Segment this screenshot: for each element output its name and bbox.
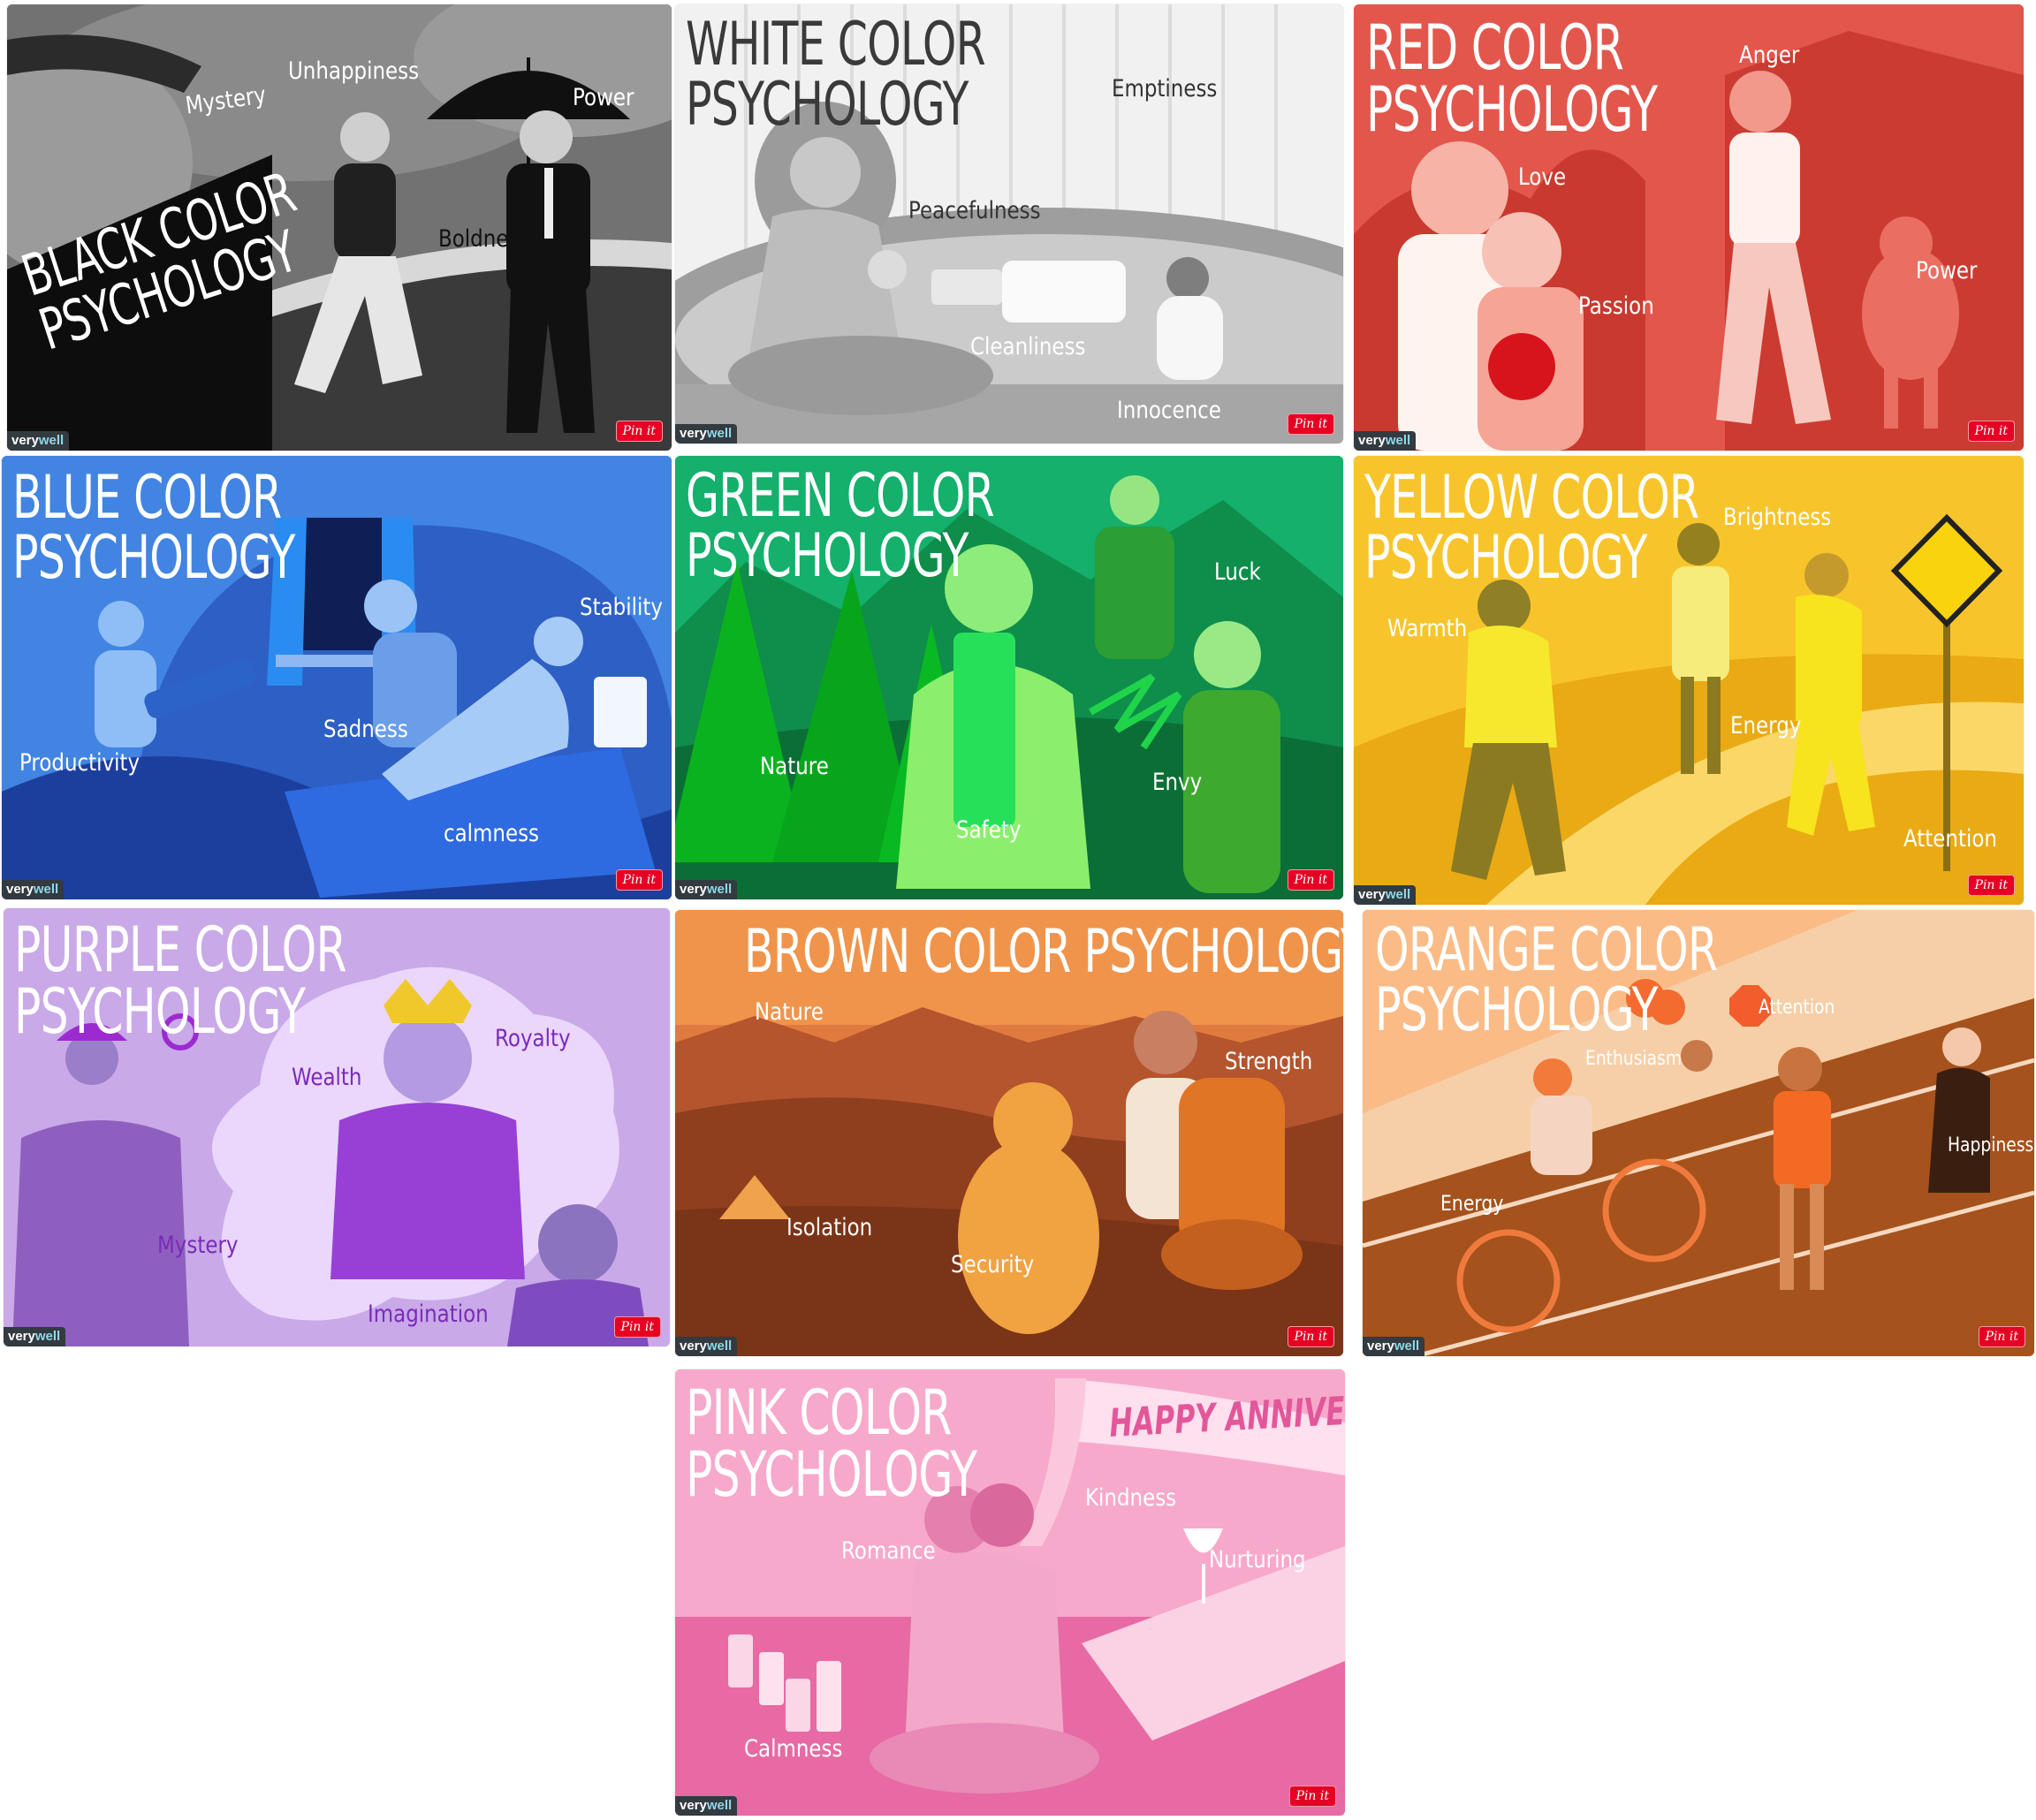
verywell-logo: verywell (675, 1337, 738, 1356)
card-title: WHITE COLOR PSYCHOLOGY (686, 10, 986, 140)
label-energy: Energy (1730, 712, 1802, 739)
label-power: Power (573, 84, 634, 111)
card-blue: BLUE COLOR PSYCHOLOGY Stability Sadness … (2, 456, 672, 899)
label-sadness: Sadness (323, 716, 408, 743)
title-line-2: PSYCHOLOGY (12, 523, 295, 593)
title-line-1: BLUE COLOR (12, 463, 282, 533)
card-title: PURPLE COLOR PSYCHOLOGY (14, 914, 347, 1048)
title-line-2: PSYCHOLOGY (686, 70, 969, 140)
title-line-2: PSYCHOLOGY (1364, 523, 1647, 593)
pin-it-button[interactable]: Pin it (1288, 1786, 1336, 1807)
pin-it-button[interactable]: Pin it (1287, 869, 1334, 891)
card-green: GREEN COLOR PSYCHOLOGY Luck Nature Envy … (675, 456, 1343, 899)
verywell-logo: verywell (675, 1796, 738, 1816)
title-line-1: GREEN COLOR (686, 461, 995, 531)
label-productivity: Productivity (19, 749, 141, 777)
pin-it-button[interactable]: Pin it (1287, 413, 1334, 435)
card-white: WHITE COLOR PSYCHOLOGY Emptiness Peacefu… (675, 4, 1343, 444)
card-title: RED COLOR PSYCHOLOGY (1366, 11, 1658, 146)
title-line-1: PINK COLOR (686, 1376, 952, 1449)
verywell-logo: verywell (4, 1327, 66, 1346)
label-cleanliness: Cleanliness (970, 333, 1086, 360)
label-royalty: Royalty (495, 1025, 571, 1052)
card-pink: PINK COLOR PSYCHOLOGY HAPPY ANNIVER Kind… (675, 1369, 1345, 1816)
label-attention: Attention (1759, 997, 1835, 1019)
label-innocence: Innocence (1117, 397, 1221, 424)
card-title: BLUE COLOR PSYCHOLOGY (12, 468, 295, 588)
label-imagination: Imagination (368, 1301, 489, 1328)
label-unhappiness: Unhappiness (288, 57, 420, 85)
title-line-1: RED COLOR (1366, 11, 1624, 84)
card-title: GREEN COLOR PSYCHOLOGY (686, 461, 995, 591)
title-line-2: PSYCHOLOGY (686, 521, 969, 591)
label-romance: Romance (841, 1537, 936, 1565)
title-line-2: PSYCHOLOGY (1375, 975, 1658, 1045)
card-red: RED COLOR PSYCHOLOGY Anger Love Power Pa… (1354, 4, 2024, 451)
title-line-1: YELLOW COLOR (1364, 463, 1699, 533)
label-peacefulness: Peacefulness (908, 197, 1041, 224)
title-line-1: ORANGE COLOR (1375, 915, 1718, 985)
label-safety: Safety (956, 816, 1022, 844)
verywell-logo: verywell (1354, 431, 1417, 451)
title-line-1: WHITE COLOR (686, 10, 986, 80)
label-emptiness: Emptiness (1112, 75, 1218, 102)
label-love: Love (1518, 163, 1567, 191)
label-wealth: Wealth (292, 1064, 362, 1091)
title-line-2: PSYCHOLOGY (686, 1438, 977, 1511)
card-title: BROWN COLOR PSYCHOLOGY (744, 922, 1343, 982)
label-nature: Nature (755, 998, 824, 1026)
title-line-1: PURPLE COLOR (14, 914, 347, 986)
label-boldness: Boldness (438, 225, 530, 253)
label-calmness: Calmness (744, 1735, 843, 1763)
card-title: YELLOW COLOR PSYCHOLOGY (1364, 463, 1699, 593)
card-yellow: YELLOW COLOR PSYCHOLOGY Brightness Warmt… (1354, 456, 2024, 905)
label-warmth: Warmth (1387, 615, 1468, 642)
pin-it-button[interactable]: Pin it (1967, 421, 2015, 442)
label-attention: Attention (1903, 825, 1997, 853)
verywell-logo: verywell (675, 424, 738, 444)
card-title: ORANGE COLOR PSYCHOLOGY (1375, 915, 1718, 1045)
card-purple: PURPLE COLOR PSYCHOLOGY Royalty Wealth M… (4, 908, 670, 1346)
label-passion: Passion (1578, 292, 1654, 320)
label-luck: Luck (1214, 558, 1261, 586)
title-line-2: PSYCHOLOGY (14, 975, 306, 1048)
card-orange: ORANGE COLOR PSYCHOLOGY Attention Enthus… (1363, 910, 2034, 1356)
label-security: Security (951, 1251, 1035, 1278)
label-envy: Envy (1152, 769, 1203, 796)
label-stability: Stability (580, 594, 663, 621)
label-power: Power (1916, 257, 1978, 284)
verywell-logo: verywell (1354, 885, 1417, 905)
verywell-logo: verywell (675, 880, 738, 899)
label-calmness: calmness (444, 820, 540, 847)
card-title: PINK COLOR PSYCHOLOGY (686, 1376, 977, 1511)
pin-it-button[interactable]: Pin it (615, 421, 663, 442)
label-nature: Nature (760, 753, 829, 780)
pin-it-button[interactable]: Pin it (1978, 1326, 2025, 1347)
title-line-2: PSYCHOLOGY (1366, 73, 1658, 146)
label-mystery: Mystery (157, 1232, 239, 1259)
card-black: BLACK COLOR PSYCHOLOGY Mystery Unhappine… (7, 4, 672, 451)
label-energy: Energy (1440, 1191, 1504, 1216)
verywell-logo: verywell (1363, 1337, 1425, 1356)
label-kindness: Kindness (1085, 1484, 1177, 1512)
label-brightness: Brightness (1723, 504, 1832, 531)
pin-it-button[interactable]: Pin it (1967, 875, 2015, 896)
label-strength: Strength (1225, 1048, 1313, 1075)
label-happiness: Happiness (1948, 1134, 2034, 1156)
title-line-1: BROWN COLOR PSYCHOLOGY (744, 917, 1343, 987)
label-enthusiasm: Enthusiasm (1585, 1048, 1683, 1070)
verywell-logo: verywell (7, 431, 70, 451)
verywell-logo: verywell (2, 880, 65, 899)
card-brown: BROWN COLOR PSYCHOLOGY Nature Strength I… (675, 910, 1343, 1356)
label-isolation: Isolation (786, 1214, 873, 1241)
pin-it-button[interactable]: Pin it (1287, 1326, 1334, 1347)
label-anger: Anger (1739, 42, 1800, 69)
pin-it-button[interactable]: Pin it (613, 1316, 661, 1338)
pin-it-button[interactable]: Pin it (615, 869, 663, 891)
label-nurturing: Nurturing (1209, 1546, 1306, 1574)
